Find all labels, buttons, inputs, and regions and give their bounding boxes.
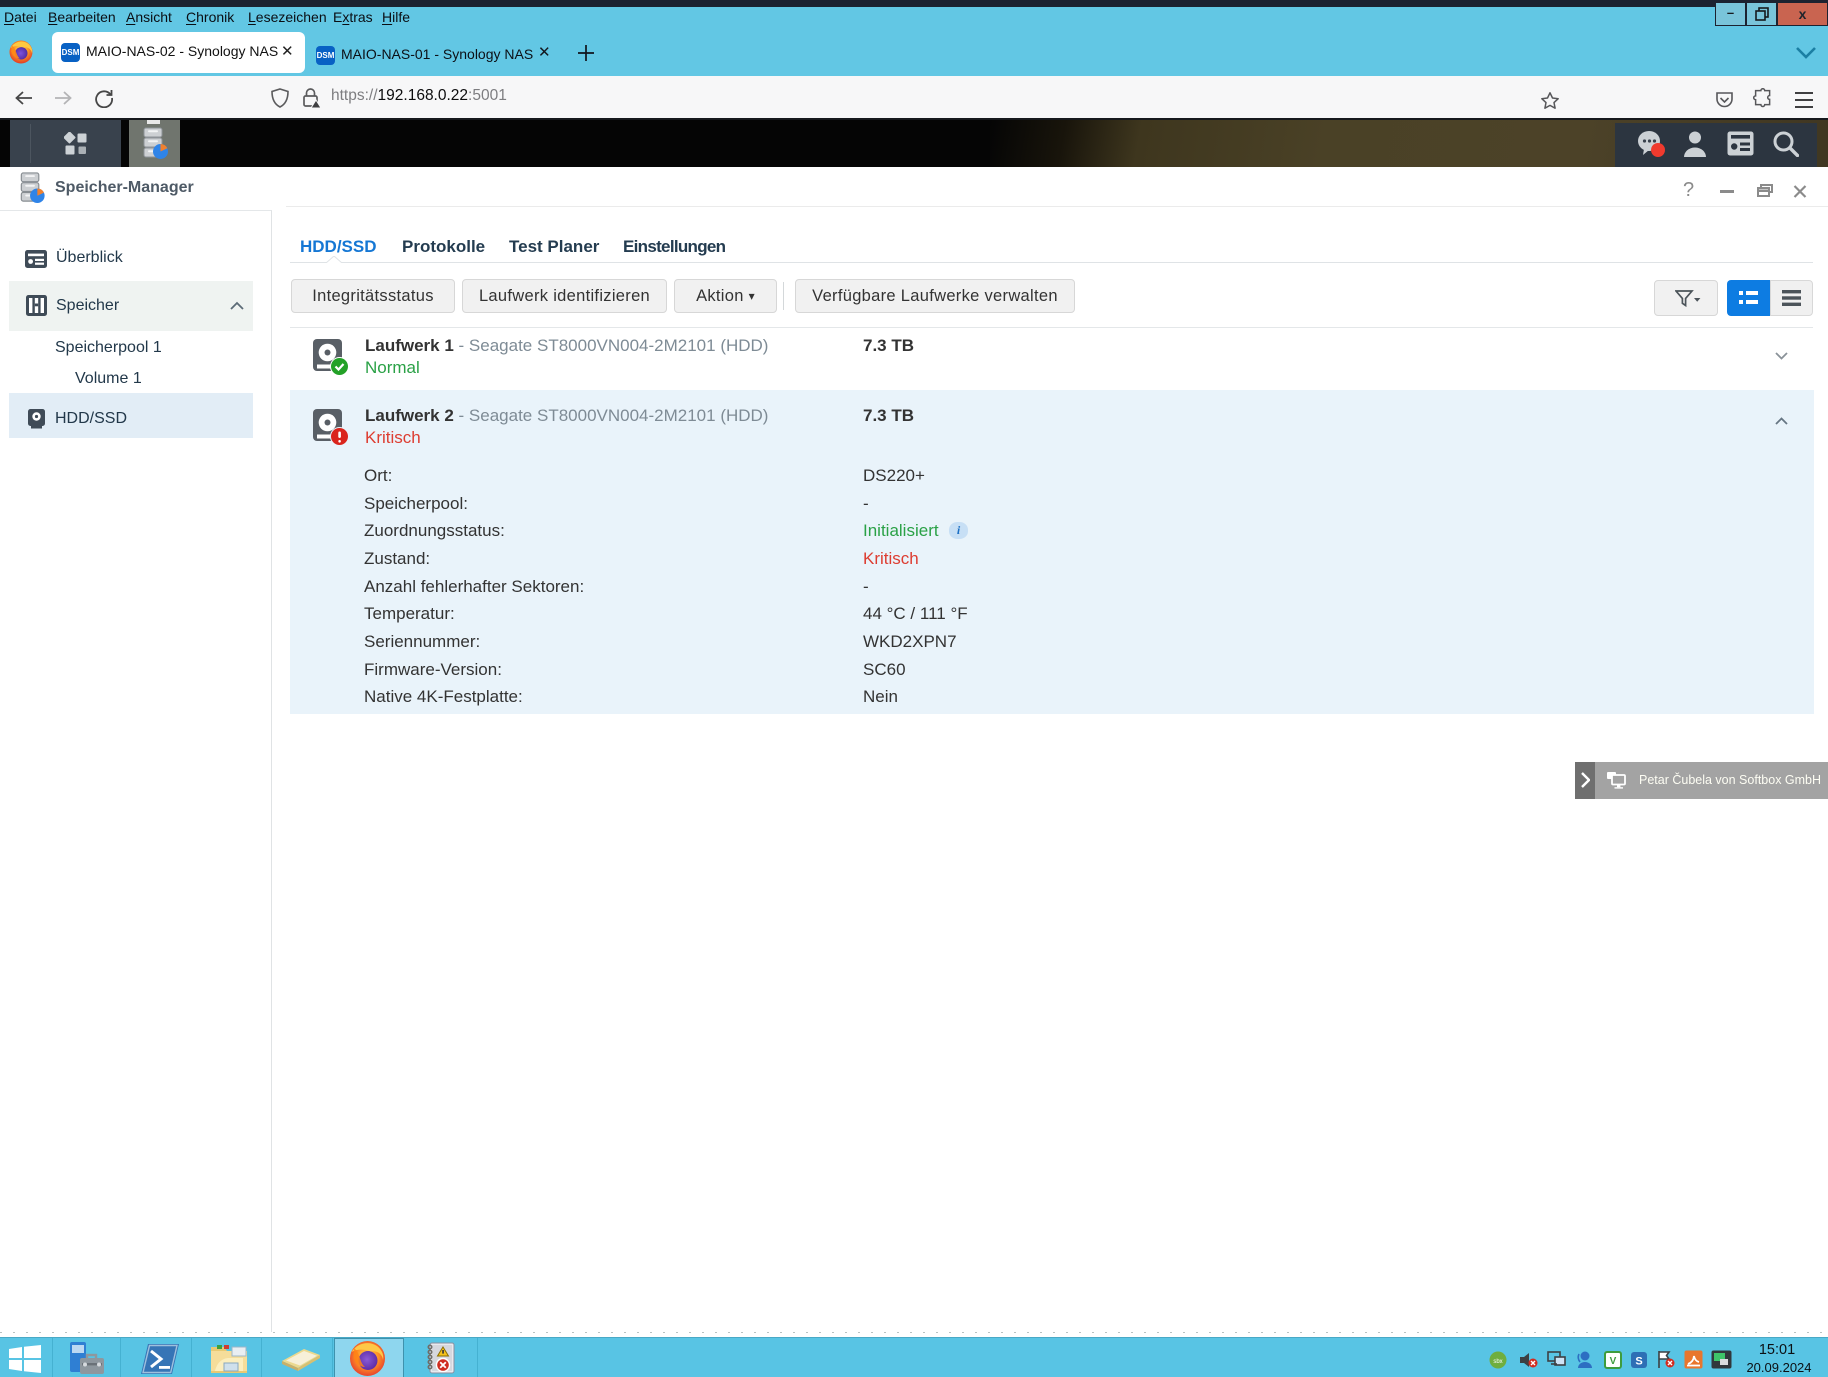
svg-text:sbx: sbx	[1493, 1359, 1502, 1365]
svg-text:V: V	[1610, 1356, 1617, 1367]
svg-text:S: S	[1635, 1356, 1642, 1368]
